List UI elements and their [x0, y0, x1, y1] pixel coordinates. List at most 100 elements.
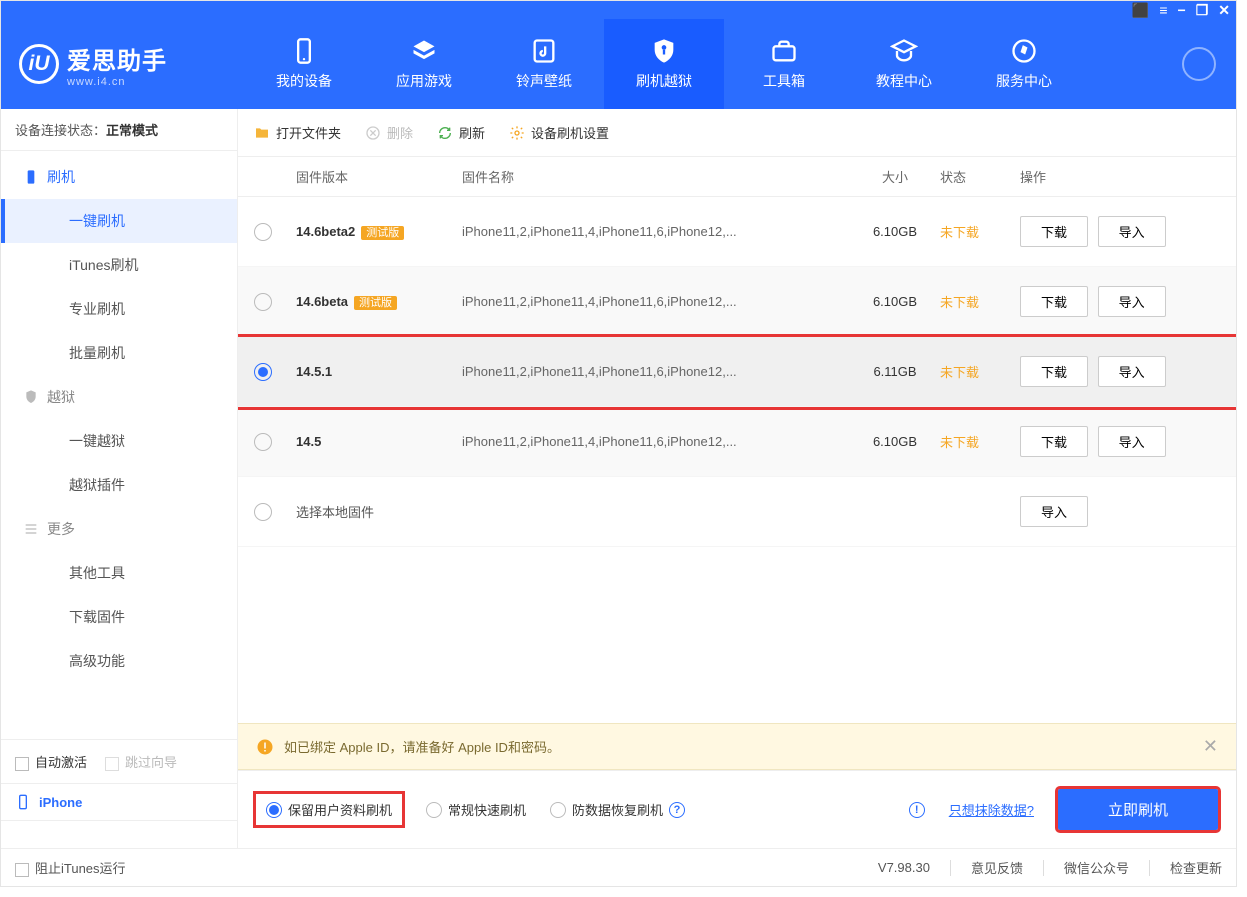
download-icon	[1191, 56, 1207, 72]
import-button[interactable]: 导入	[1098, 356, 1166, 387]
feedback-link[interactable]: 意见反馈	[971, 858, 1023, 877]
wipe-data-link[interactable]: 只想抹除数据?	[949, 800, 1034, 819]
settings-button[interactable]: 设备刷机设置	[509, 123, 609, 142]
sidebar-item-other[interactable]: 其他工具	[1, 551, 237, 595]
size-cell: 6.10GB	[850, 294, 940, 309]
block-itunes-checkbox[interactable]: 阻止iTunes运行	[15, 858, 126, 877]
import-button[interactable]: 导入	[1098, 216, 1166, 247]
refresh-icon	[437, 125, 453, 141]
radio-icon[interactable]	[254, 363, 272, 381]
version-cell: 14.6beta测试版	[292, 294, 462, 310]
maximize-icon[interactable]: ❐	[1196, 3, 1209, 17]
radio-icon[interactable]	[254, 433, 272, 451]
gear-icon	[509, 125, 525, 141]
minimize-icon[interactable]: −	[1178, 3, 1186, 17]
close-notice-icon[interactable]: ✕	[1203, 736, 1218, 757]
apps-icon	[410, 37, 438, 65]
delete-button[interactable]: 删除	[365, 123, 413, 142]
phone-icon	[23, 169, 39, 185]
phone-icon	[15, 794, 31, 810]
warning-icon	[256, 738, 274, 756]
name-cell: iPhone11,2,iPhone11,4,iPhone11,6,iPhone1…	[462, 224, 850, 239]
sidebar-group-jailbreak[interactable]: 越狱	[1, 375, 237, 419]
download-button[interactable]: 下载	[1020, 426, 1088, 457]
sidebar-item-advanced[interactable]: 高级功能	[1, 639, 237, 683]
name-cell: iPhone11,2,iPhone11,4,iPhone11,6,iPhone1…	[462, 294, 850, 309]
nav-ringtones[interactable]: 铃声壁纸	[484, 19, 604, 109]
status-cell: 未下载	[940, 292, 1020, 311]
flash-now-button[interactable]: 立即刷机	[1058, 789, 1218, 830]
sidebar-item-itunes[interactable]: iTunes刷机	[1, 243, 237, 287]
action-bar: 保留用户资料刷机 常规快速刷机 防数据恢复刷机? ! 只想抹除数据? 立即刷机	[238, 770, 1236, 848]
connection-status: 设备连接状态： 正常模式	[1, 109, 237, 151]
info-icon: !	[909, 802, 925, 818]
titlebar-btn[interactable]: ⬛	[1132, 3, 1149, 17]
table-row[interactable]: 14.6beta测试版 iPhone11,2,iPhone11,4,iPhone…	[238, 267, 1236, 337]
titlebar-btn[interactable]: ≡	[1159, 3, 1167, 17]
flash-option[interactable]: 保留用户资料刷机	[256, 794, 402, 825]
graduation-icon	[890, 37, 918, 65]
music-icon	[530, 37, 558, 65]
sidebar: 设备连接状态： 正常模式 刷机 一键刷机 iTunes刷机 专业刷机 批量刷机 …	[1, 109, 238, 848]
download-button[interactable]: 下载	[1020, 216, 1088, 247]
import-button[interactable]: 导入	[1020, 496, 1088, 527]
sidebar-item-jb-plugins[interactable]: 越狱插件	[1, 463, 237, 507]
sidebar-item-oneclick[interactable]: 一键刷机	[1, 199, 237, 243]
sidebar-group-flash[interactable]: 刷机	[1, 155, 237, 199]
wechat-link[interactable]: 微信公众号	[1064, 858, 1129, 877]
open-folder-button[interactable]: 打开文件夹	[254, 123, 341, 142]
nav-toolbox[interactable]: 工具箱	[724, 19, 844, 109]
toolbar: 打开文件夹 删除 刷新 设备刷机设置	[238, 109, 1236, 157]
check-update-link[interactable]: 检查更新	[1170, 858, 1222, 877]
nav-my-device[interactable]: 我的设备	[244, 19, 364, 109]
name-cell: iPhone11,2,iPhone11,4,iPhone11,6,iPhone1…	[462, 434, 850, 449]
shield-icon	[650, 37, 678, 65]
delete-icon	[365, 125, 381, 141]
download-button[interactable]: 下载	[1020, 356, 1088, 387]
logo: iU 爱思助手 www.i4.cn	[19, 41, 204, 88]
sidebar-group-more[interactable]: 更多	[1, 507, 237, 551]
table-row[interactable]: 14.5 iPhone11,2,iPhone11,4,iPhone11,6,iP…	[238, 407, 1236, 477]
notice-bar: 如已绑定 Apple ID，请准备好 Apple ID和密码。 ✕	[238, 723, 1236, 770]
sidebar-item-pro[interactable]: 专业刷机	[1, 287, 237, 331]
auto-activate-checkbox[interactable]: 自动激活	[15, 752, 87, 771]
more-icon	[23, 521, 39, 537]
radio-icon	[550, 802, 566, 818]
compass-icon	[1010, 37, 1038, 65]
radio-icon[interactable]	[254, 223, 272, 241]
close-icon[interactable]: ✕	[1218, 3, 1230, 17]
sidebar-item-oneclick-jb[interactable]: 一键越狱	[1, 419, 237, 463]
download-indicator[interactable]	[1182, 47, 1216, 81]
header: iU 爱思助手 www.i4.cn 我的设备 应用游戏 铃声壁纸 刷机越狱	[1, 19, 1236, 109]
radio-icon[interactable]	[254, 293, 272, 311]
skip-guide-checkbox[interactable]: 跳过向导	[105, 752, 177, 771]
device-tab[interactable]: iPhone	[1, 783, 237, 820]
download-button[interactable]: 下载	[1020, 286, 1088, 317]
version-label: V7.98.30	[878, 860, 930, 875]
status-cell: 未下载	[940, 432, 1020, 451]
version-cell: 14.5.1	[292, 364, 462, 379]
nav-apps[interactable]: 应用游戏	[364, 19, 484, 109]
local-firmware-row[interactable]: 选择本地固件 导入	[238, 477, 1236, 547]
local-label: 选择本地固件	[292, 502, 462, 521]
radio-icon[interactable]	[254, 503, 272, 521]
brand-url: www.i4.cn	[67, 76, 167, 88]
brand-name: 爱思助手	[67, 41, 167, 76]
size-cell: 6.10GB	[850, 434, 940, 449]
table-row[interactable]: 14.5.1 iPhone11,2,iPhone11,4,iPhone11,6,…	[238, 337, 1236, 407]
sidebar-item-download-fw[interactable]: 下载固件	[1, 595, 237, 639]
info-icon[interactable]: ?	[669, 802, 685, 818]
import-button[interactable]: 导入	[1098, 286, 1166, 317]
table-row[interactable]: 14.6beta2测试版 iPhone11,2,iPhone11,4,iPhon…	[238, 197, 1236, 267]
nav-tutorials[interactable]: 教程中心	[844, 19, 964, 109]
import-button[interactable]: 导入	[1098, 426, 1166, 457]
refresh-button[interactable]: 刷新	[437, 123, 485, 142]
version-cell: 14.6beta2测试版	[292, 224, 462, 240]
flash-option[interactable]: 防数据恢复刷机?	[550, 800, 685, 819]
lock-icon	[23, 389, 39, 405]
add-device-area	[1, 820, 237, 848]
flash-option[interactable]: 常规快速刷机	[426, 800, 526, 819]
sidebar-item-batch[interactable]: 批量刷机	[1, 331, 237, 375]
nav-flash[interactable]: 刷机越狱	[604, 19, 724, 109]
nav-service[interactable]: 服务中心	[964, 19, 1084, 109]
